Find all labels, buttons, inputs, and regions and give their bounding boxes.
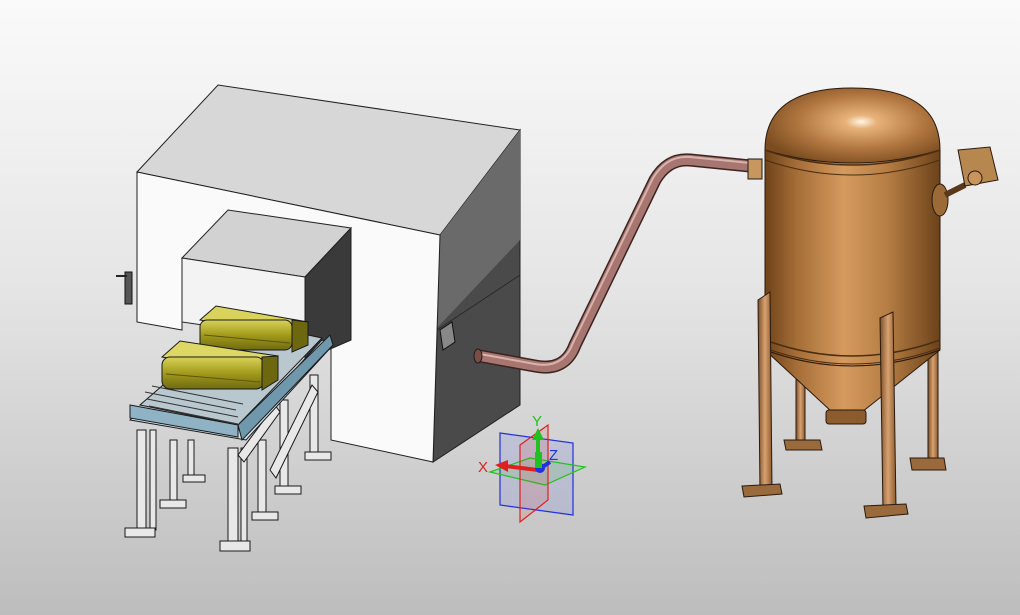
triad-x-label: X bbox=[478, 459, 488, 476]
pipe-outlet-flange bbox=[747, 158, 763, 180]
pressure-gauge-icon bbox=[957, 146, 999, 187]
tank-side-nozzle bbox=[931, 182, 967, 217]
pipe-inlet-flange bbox=[473, 348, 483, 364]
triad-y-label: Y bbox=[532, 413, 542, 430]
triad-z-label: Z bbox=[549, 447, 558, 464]
model-scene[interactable]: X Y Z bbox=[0, 0, 1020, 615]
tank-shell bbox=[764, 149, 941, 367]
coordinate-triad-icon[interactable]: X Y Z bbox=[478, 413, 588, 524]
tank-bottom-flange bbox=[825, 409, 867, 425]
pressure-tank[interactable] bbox=[741, 87, 999, 519]
tank-dome bbox=[764, 87, 941, 164]
cad-viewport[interactable]: X Y Z bbox=[0, 0, 1020, 615]
latch-left bbox=[116, 271, 133, 305]
